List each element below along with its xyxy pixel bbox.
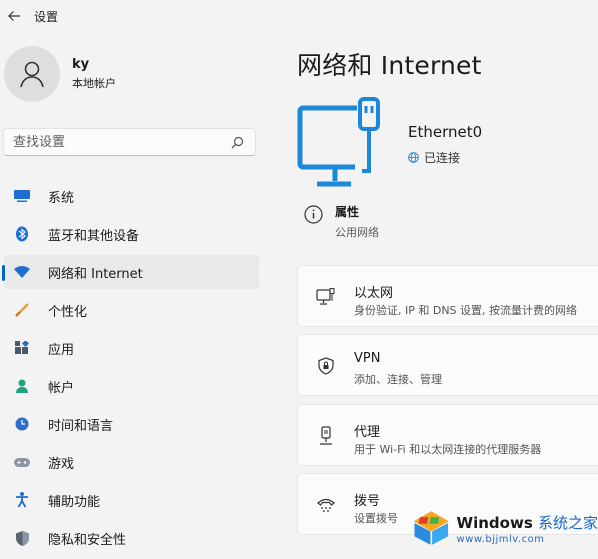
card-subtitle: 用于 Wi-Fi 和以太网连接的代理服务器 — [354, 443, 542, 456]
vpn-shield-icon — [315, 355, 337, 377]
proxy-card[interactable]: 代理 用于 Wi-Fi 和以太网连接的代理服务器 — [297, 404, 598, 466]
sidebar-item-accounts[interactable]: 帐户 — [4, 369, 259, 403]
sidebar-item-apps[interactable]: 应用 — [4, 331, 259, 365]
card-title: VPN — [354, 351, 381, 366]
card-title: 代理 — [354, 425, 381, 440]
sidebar-item-label: 隐私和安全性 — [48, 532, 127, 548]
watermark: Windows 系统之家 www.bjjmlv.com — [412, 502, 598, 554]
search-icon[interactable] — [228, 133, 246, 151]
globe-clock-icon — [12, 414, 32, 434]
sidebar-item-label: 时间和语言 — [48, 418, 114, 434]
sidebar-item-system[interactable]: 系统 — [4, 179, 259, 213]
apps-icon — [12, 338, 32, 358]
card-subtitle: 添加、连接、管理 — [354, 373, 442, 386]
account-type: 本地帐户 — [72, 77, 116, 90]
sidebar-item-label: 个性化 — [48, 304, 88, 320]
vpn-card[interactable]: VPN 添加、连接、管理 — [297, 334, 598, 396]
sidebar-item-label: 蓝牙和其他设备 — [48, 228, 140, 244]
sidebar-item-label: 系统 — [48, 190, 75, 206]
title-bar: 设置 — [0, 0, 598, 32]
watermark-brand-en: Windows — [456, 513, 533, 532]
gamepad-icon — [12, 452, 32, 472]
ethernet-card[interactable]: 以太网 身份验证, IP 和 DNS 设置, 按流量计费的网络 — [297, 265, 598, 327]
watermark-brand: Windows 系统之家 — [457, 512, 598, 533]
card-title: 拨号 — [354, 494, 381, 509]
main-content: 网络和 Internet Ethernet0 已连接 属性 公用网络 以太网 身… — [297, 32, 598, 554]
sidebar-item-personalization[interactable]: 个性化 — [4, 293, 259, 327]
avatar — [4, 46, 60, 102]
back-button[interactable] — [4, 6, 24, 26]
properties-title: 属性 — [335, 205, 360, 219]
shield-icon — [12, 528, 32, 548]
bluetooth-icon — [12, 224, 32, 244]
windows-logo-icon — [413, 511, 449, 545]
sidebar-item-label: 应用 — [48, 342, 75, 358]
device-name: Ethernet0 — [408, 123, 483, 141]
globe-icon — [408, 152, 419, 163]
search-box[interactable] — [3, 128, 256, 156]
network-properties[interactable]: 属性 公用网络 — [304, 203, 379, 240]
sidebar-item-label: 网络和 Internet — [48, 266, 143, 282]
proxy-icon — [315, 425, 337, 447]
sidebar: ky 本地帐户 系统 蓝牙和其他设备 网络和 Internet 个性化 应用 — [0, 32, 268, 554]
connection-status: 已连接 — [408, 149, 460, 166]
accessibility-icon — [12, 490, 32, 510]
person-icon — [12, 376, 32, 396]
user-account[interactable]: ky 本地帐户 — [4, 46, 116, 102]
card-subtitle: 身份验证, IP 和 DNS 设置, 按流量计费的网络 — [354, 304, 578, 317]
watermark-url: www.bjjmlv.com — [456, 533, 545, 545]
computer-network-icon — [297, 97, 380, 187]
search-input[interactable] — [4, 133, 228, 151]
page-title: 网络和 Internet — [297, 51, 482, 80]
nav-list: 系统 蓝牙和其他设备 网络和 Internet 个性化 应用 帐户 时间和语言 — [0, 179, 268, 559]
watermark-brand-cn: 系统之家 — [537, 513, 598, 532]
wifi-icon — [12, 262, 32, 282]
sidebar-item-accessibility[interactable]: 辅助功能 — [4, 483, 259, 517]
card-subtitle: 设置拨号 — [354, 512, 398, 525]
person-avatar-icon — [20, 61, 44, 88]
back-arrow-icon — [8, 11, 20, 21]
sidebar-item-time-language[interactable]: 时间和语言 — [4, 407, 259, 441]
ethernet-icon — [315, 286, 337, 308]
user-name: ky — [72, 57, 90, 72]
app-title: 设置 — [34, 9, 59, 24]
brush-icon — [12, 300, 32, 320]
monitor-icon — [12, 186, 32, 206]
connection-status-text: 已连接 — [424, 151, 461, 165]
sidebar-item-network[interactable]: 网络和 Internet — [2, 255, 259, 289]
dialup-icon — [315, 494, 337, 516]
sidebar-item-privacy[interactable]: 隐私和安全性 — [4, 521, 259, 555]
sidebar-item-label: 游戏 — [48, 456, 75, 472]
sidebar-item-label: 辅助功能 — [48, 494, 101, 510]
card-title: 以太网 — [354, 286, 394, 301]
sidebar-item-bluetooth[interactable]: 蓝牙和其他设备 — [4, 217, 259, 251]
sidebar-item-gaming[interactable]: 游戏 — [4, 445, 259, 479]
properties-subtitle: 公用网络 — [335, 226, 379, 239]
info-icon — [304, 205, 323, 224]
sidebar-item-label: 帐户 — [48, 380, 75, 396]
